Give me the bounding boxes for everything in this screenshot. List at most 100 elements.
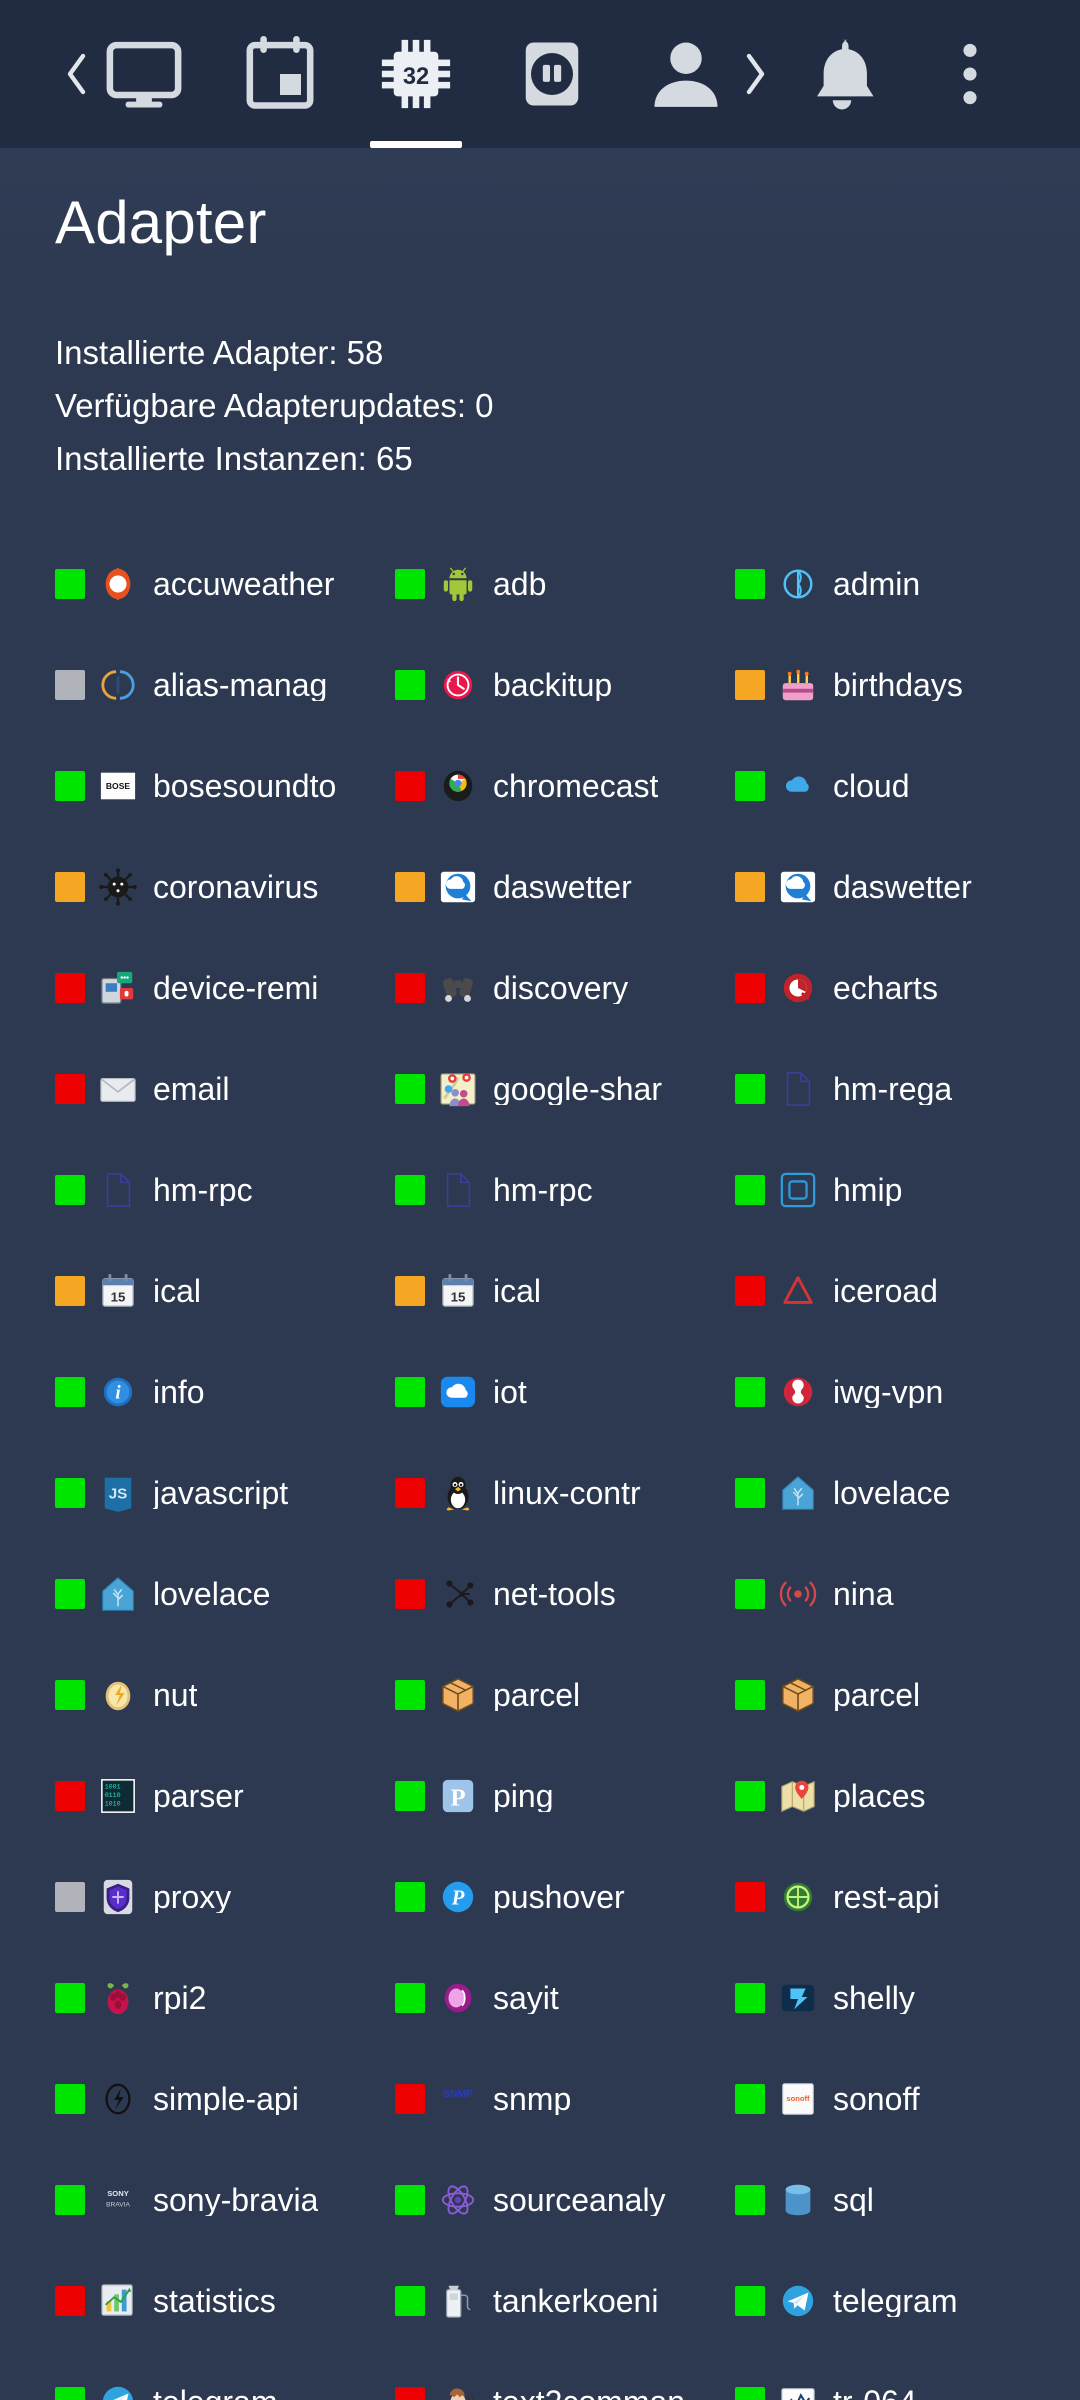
adapter-name: discovery: [493, 971, 629, 1004]
adapter-name: nut: [153, 1678, 198, 1711]
adapter-item[interactable]: parcel: [395, 1644, 735, 1745]
adapter-item[interactable]: birthdays: [735, 634, 1075, 735]
adapter-name: email: [153, 1072, 230, 1105]
adapter-item[interactable]: hm-rega: [735, 1038, 1075, 1139]
adapter-item[interactable]: telegram: [735, 2250, 1075, 2351]
adapter-item[interactable]: 15 ical: [55, 1240, 395, 1341]
adapter-item[interactable]: sayit: [395, 1947, 735, 2048]
android-icon: [439, 565, 477, 603]
adapter-item[interactable]: sonoff sonoff: [735, 2048, 1075, 2149]
adapter-item[interactable]: parcel: [735, 1644, 1075, 1745]
snmp-icon: SNMP: [439, 2080, 477, 2118]
adapter-name: admin: [833, 567, 921, 600]
adapter-item[interactable]: cloud: [735, 735, 1075, 836]
adapter-item[interactable]: proxy: [55, 1846, 395, 1947]
adapter-item[interactable]: simple-api: [55, 2048, 395, 2149]
adapter-name: birthdays: [833, 668, 963, 701]
adapter-item[interactable]: Ppushover: [395, 1846, 735, 1947]
adapter-item[interactable]: iot: [395, 1341, 735, 1442]
adapter-item[interactable]: admin: [735, 533, 1075, 634]
tab-adapter[interactable]: 32: [370, 0, 462, 148]
adapter-item[interactable]: iwg-vpn: [735, 1341, 1075, 1442]
adapter-item[interactable]: nut: [55, 1644, 395, 1745]
rest-api-icon: [779, 1878, 817, 1916]
adapter-item[interactable]: echarts: [735, 937, 1075, 1038]
adapter-item[interactable]: accuweather: [55, 533, 395, 634]
stat-available-updates: Verfügbare Adapterupdates: 0: [55, 387, 494, 424]
tab-instances[interactable]: [510, 0, 594, 148]
adapter-name: sonoff: [833, 2082, 920, 2115]
admin-gear-icon: [779, 565, 817, 603]
adapter-item[interactable]: hmip: [735, 1139, 1075, 1240]
adapter-item[interactable]: backitup: [395, 634, 735, 735]
adapter-item[interactable]: statistics: [55, 2250, 395, 2351]
back-button[interactable]: [60, 47, 94, 101]
adapter-item[interactable]: lovelace: [55, 1543, 395, 1644]
adapter-item[interactable]: hm-rpc: [55, 1139, 395, 1240]
adapter-item[interactable]: alias-manag: [55, 634, 395, 735]
adapter-item[interactable]: coronavirus: [55, 836, 395, 937]
adapter-item[interactable]: SONY BRAVIA sony-bravia: [55, 2149, 395, 2250]
places-map-icon: [779, 1777, 817, 1815]
adapter-name: daswetter: [833, 870, 972, 903]
adapter-status-indicator: [395, 1376, 425, 1407]
adapter-item[interactable]: discovery: [395, 937, 735, 1038]
adapter-name: net-tools: [493, 1577, 616, 1610]
adapter-name: parcel: [493, 1678, 581, 1711]
adapter-name: text2comman: [493, 2386, 685, 2400]
tab-monitor[interactable]: [102, 0, 186, 148]
adapter-item[interactable]: hm-rpc: [395, 1139, 735, 1240]
parcel-box-icon: [779, 1676, 817, 1714]
adapter-item[interactable]: sql: [735, 2149, 1075, 2250]
tr064-icon: [779, 2383, 817, 2400]
adapter-item[interactable]: 1001 0110 1010 parser: [55, 1745, 395, 1846]
adapter-item[interactable]: linux-contr: [395, 1442, 735, 1543]
adapter-name: tankerkoeni: [493, 2284, 659, 2317]
forward-button[interactable]: [738, 47, 772, 101]
adapter-item[interactable]: 15 ical: [395, 1240, 735, 1341]
adapter-name: alias-manag: [153, 668, 328, 701]
adapter-item[interactable]: BOSE bosesoundto: [55, 735, 395, 836]
adapter-item[interactable]: shelly: [735, 1947, 1075, 2048]
parcel-box-icon: [439, 1676, 477, 1714]
adapter-item[interactable]: daswetter: [735, 836, 1075, 937]
sonoff-icon: sonoff: [779, 2080, 817, 2118]
adapter-item[interactable]: places: [735, 1745, 1075, 1846]
adapter-item[interactable]: tankerkoeni: [395, 2250, 735, 2351]
adapter-status-indicator: [395, 1275, 425, 1306]
adapter-item[interactable]: daswetter: [395, 836, 735, 937]
adapter-status-indicator: [735, 1881, 765, 1912]
adapter-name: iceroad: [833, 1274, 938, 1307]
adapter-item[interactable]: telegram: [55, 2351, 395, 2400]
adapter-item[interactable]: email: [55, 1038, 395, 1139]
adapter-item[interactable]: nina: [735, 1543, 1075, 1644]
tab-calendar[interactable]: [238, 0, 322, 148]
adapter-item[interactable]: rest-api: [735, 1846, 1075, 1947]
adapter-item[interactable]: net-tools: [395, 1543, 735, 1644]
adapter-name: parcel: [833, 1678, 921, 1711]
overflow-menu-button[interactable]: [928, 0, 1012, 148]
adapter-item[interactable]: adb: [395, 533, 735, 634]
adapter-grid: accuweather adb admin alias-manag backitup bi…: [0, 533, 1080, 2400]
adapter-item[interactable]: device-remi: [55, 937, 395, 1038]
adapter-item[interactable]: google-shar: [395, 1038, 735, 1139]
adapter-item[interactable]: text2comman: [395, 2351, 735, 2400]
adapter-item[interactable]: rpi2: [55, 1947, 395, 2048]
adapter-item[interactable]: JS javascript: [55, 1442, 395, 1543]
adapter-item[interactable]: iceroad: [735, 1240, 1075, 1341]
adapter-item[interactable]: Pping: [395, 1745, 735, 1846]
adapter-item[interactable]: i info: [55, 1341, 395, 1442]
info-icon: i: [99, 1373, 137, 1411]
backitup-clock-icon: [439, 666, 477, 704]
sql-database-icon: [779, 2181, 817, 2219]
adapter-item[interactable]: lovelace: [735, 1442, 1075, 1543]
adapter-status-indicator: [735, 669, 765, 700]
adapter-item[interactable]: chromecast: [395, 735, 735, 836]
adapter-status-indicator: [55, 2184, 85, 2215]
tab-users[interactable]: [644, 0, 728, 148]
notifications-button[interactable]: [800, 0, 884, 148]
adapter-item[interactable]: sourceanaly: [395, 2149, 735, 2250]
adapter-name: daswetter: [493, 870, 632, 903]
adapter-item[interactable]: SNMP snmp: [395, 2048, 735, 2149]
adapter-item[interactable]: tr-064: [735, 2351, 1075, 2400]
